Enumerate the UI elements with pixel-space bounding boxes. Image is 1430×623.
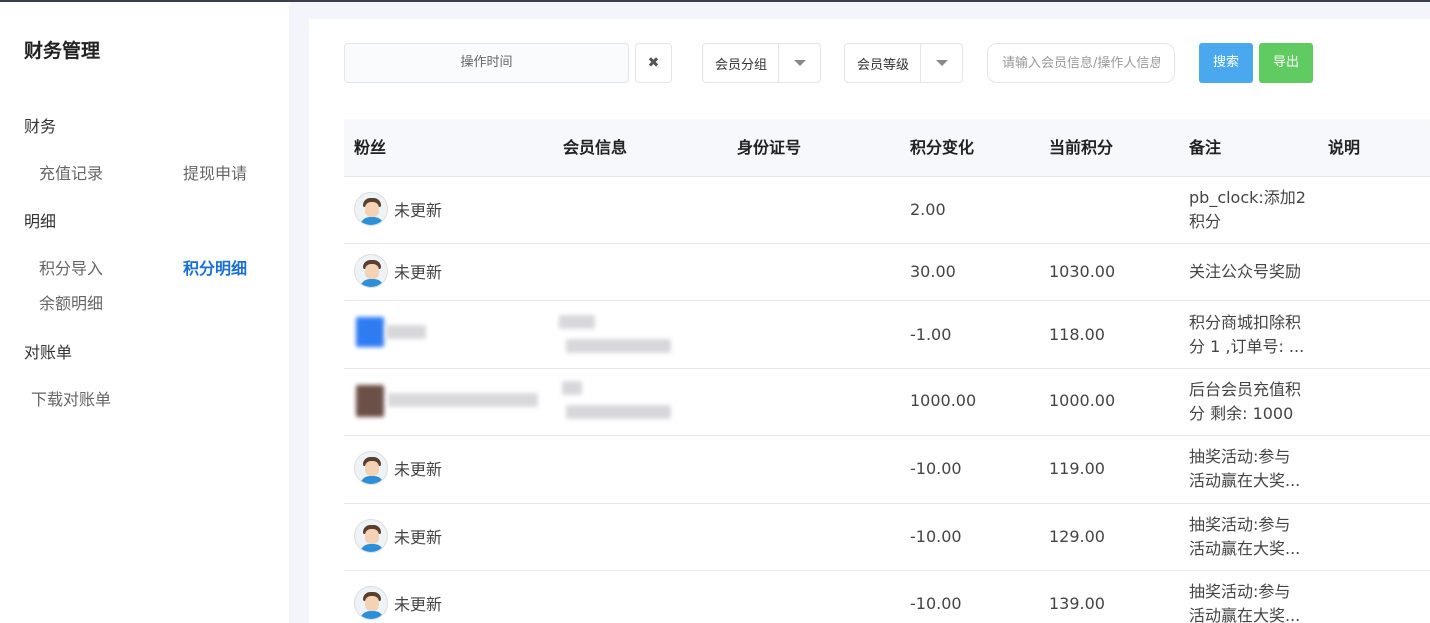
fan-name: 未更新	[394, 595, 443, 614]
sidebar-item-points-import[interactable]: 积分导入	[39, 255, 103, 279]
sidebar-title: 财务管理	[24, 40, 101, 62]
points-change: 1000.00	[910, 391, 977, 410]
member-group-label: 会员分组	[715, 57, 768, 73]
sidebar-group-statement: 对账单	[24, 343, 73, 362]
member-level-label: 会员等级	[857, 57, 910, 73]
note-cell: 抽奖活动:参与 活动赢在大奖...	[1189, 580, 1314, 623]
member-group-select[interactable]: 会员分组	[702, 43, 821, 83]
fan-name: 未更新	[394, 460, 443, 479]
sidebar-group-finance: 财务	[24, 117, 57, 136]
column-header-description: 说明	[1328, 138, 1361, 157]
current-points: 1030.00	[1049, 262, 1116, 281]
column-header-fan: 粉丝	[354, 138, 387, 157]
avatar	[356, 317, 384, 347]
note-cell: 后台会员充值积 分 剩余: 1000	[1189, 378, 1314, 426]
search-input[interactable]	[987, 43, 1175, 83]
fan-cell: 未更新	[354, 586, 442, 620]
member-info	[566, 405, 671, 419]
note-line: 分 1 ,订单号: ...	[1189, 337, 1305, 356]
clear-icon[interactable]: ✖	[635, 43, 672, 83]
table-row[interactable]: -1.00 118.00 积分商城扣除积 分 1 ,订单号: ...	[344, 301, 1430, 369]
note-line: 抽奖活动:参与	[1189, 515, 1291, 534]
table-header: 粉丝 会员信息 身份证号 积分变化 当前积分 备注 说明	[344, 119, 1430, 177]
avatar	[354, 254, 388, 288]
member-level-select[interactable]: 会员等级	[844, 43, 963, 83]
note-line: 活动赢在大奖...	[1189, 471, 1301, 490]
table-row[interactable]: 未更新 -10.00 139.00 抽奖活动:参与 活动赢在大奖...	[344, 571, 1430, 623]
note-cell: 关注公众号奖励	[1189, 260, 1314, 284]
note-line: 分 剩余: 1000	[1189, 404, 1294, 423]
column-header-current-points: 当前积分	[1049, 138, 1114, 157]
date-range-input[interactable]: 操作时间	[344, 43, 629, 83]
note-line: 后台会员充值积	[1189, 380, 1302, 399]
current-points: 129.00	[1049, 527, 1105, 546]
chevron-down-icon[interactable]	[778, 44, 820, 82]
table-row[interactable]: 未更新 -10.00 129.00 抽奖活动:参与 活动赢在大奖...	[344, 504, 1430, 571]
fan-name	[386, 325, 426, 339]
member-info	[559, 315, 595, 329]
note-line: 活动赢在大奖...	[1189, 606, 1301, 623]
note-cell: 积分商城扣除积 分 1 ,订单号: ...	[1189, 311, 1314, 359]
note-line: 活动赢在大奖...	[1189, 539, 1301, 558]
table-row[interactable]: 未更新 2.00 pb_clock:添加2 积分	[344, 177, 1430, 244]
search-button[interactable]: 搜索	[1199, 43, 1253, 83]
fan-cell: 未更新	[354, 192, 442, 226]
sidebar-item-points-detail[interactable]: 积分明细	[183, 255, 247, 279]
current-points: 118.00	[1049, 325, 1105, 344]
points-change: 30.00	[910, 262, 956, 281]
column-header-note: 备注	[1189, 138, 1222, 157]
avatar	[356, 385, 384, 417]
note-line: 抽奖活动:参与	[1189, 447, 1291, 466]
avatar	[354, 586, 388, 620]
export-button[interactable]: 导出	[1259, 43, 1313, 83]
sidebar: 财务管理 财务 充值记录 提现申请 明细 积分导入 积分明细 余额明细 对账单 …	[0, 2, 289, 623]
fan-cell: 未更新	[354, 519, 442, 553]
table-row[interactable]: 未更新 -10.00 119.00 抽奖活动:参与 活动赢在大奖...	[344, 436, 1430, 504]
points-change: -10.00	[910, 459, 962, 478]
fan-name: 未更新	[394, 263, 443, 282]
current-points: 1000.00	[1049, 391, 1116, 410]
points-change: -10.00	[910, 527, 962, 546]
chevron-down-icon[interactable]	[920, 44, 962, 82]
column-header-id-number: 身份证号	[737, 138, 802, 157]
note-cell: pb_clock:添加2 积分	[1189, 186, 1314, 234]
avatar	[354, 519, 388, 553]
current-points: 139.00	[1049, 594, 1105, 613]
table-row[interactable]: 未更新 30.00 1030.00 关注公众号奖励	[344, 244, 1430, 301]
member-info	[562, 381, 582, 395]
fan-name: 未更新	[394, 201, 443, 220]
main-panel: 操作时间 ✖ 会员分组 会员等级 搜索 导出 粉丝 会员信息 身份证号 积分变化…	[309, 19, 1430, 623]
fan-name	[388, 393, 538, 407]
note-cell: 抽奖活动:参与 活动赢在大奖...	[1189, 445, 1314, 493]
points-change: -10.00	[910, 594, 962, 613]
note-line: 积分商城扣除积	[1189, 313, 1302, 332]
points-change: -1.00	[910, 325, 952, 344]
avatar	[354, 451, 388, 485]
sidebar-item-recharge[interactable]: 充值记录	[39, 160, 103, 184]
points-change: 2.00	[910, 200, 946, 219]
current-points: 119.00	[1049, 459, 1105, 478]
sidebar-item-withdraw[interactable]: 提现申请	[183, 160, 247, 184]
note-line: pb_clock:添加2	[1189, 188, 1306, 207]
note-line: 积分	[1189, 212, 1222, 231]
table-row[interactable]: 1000.00 1000.00 后台会员充值积 分 剩余: 1000	[344, 369, 1430, 436]
fan-cell: 未更新	[354, 451, 442, 485]
fan-cell: 未更新	[354, 254, 442, 288]
note-line: 抽奖活动:参与	[1189, 582, 1291, 601]
sidebar-group-detail: 明细	[24, 212, 57, 231]
fan-name: 未更新	[394, 528, 443, 547]
note-cell: 抽奖活动:参与 活动赢在大奖...	[1189, 513, 1314, 561]
sidebar-item-download-statement[interactable]: 下载对账单	[31, 386, 111, 410]
member-info	[566, 339, 671, 353]
sidebar-item-balance-detail[interactable]: 余额明细	[39, 290, 103, 314]
column-header-points-change: 积分变化	[910, 138, 975, 157]
avatar	[354, 192, 388, 226]
note-line: 关注公众号奖励	[1189, 262, 1302, 281]
column-header-member-info: 会员信息	[563, 138, 628, 157]
